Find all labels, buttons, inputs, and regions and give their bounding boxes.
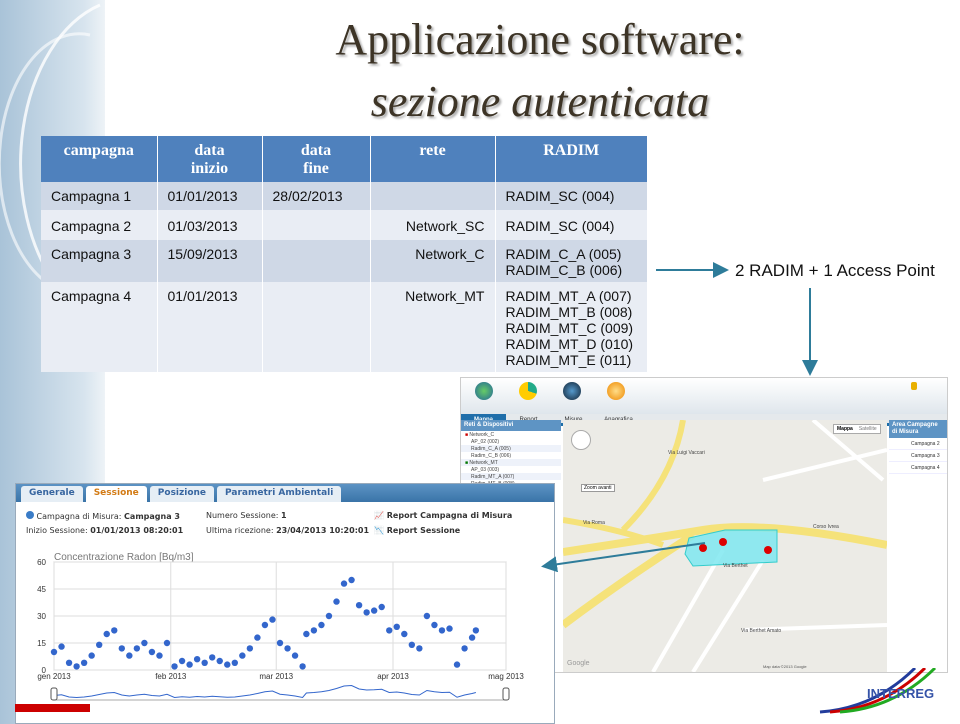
red-bar — [15, 704, 90, 712]
arrows-layer — [15, 262, 818, 712]
interreg-logo: INTERREG — [815, 666, 950, 718]
arrow-left — [541, 542, 706, 573]
